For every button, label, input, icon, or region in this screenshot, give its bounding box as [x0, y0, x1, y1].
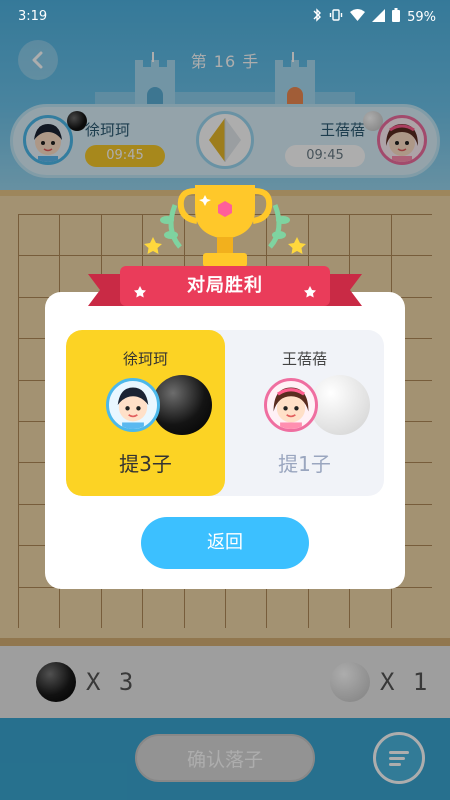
result-card: 徐珂珂 王蓓蓓 提3子 提1子 [66, 330, 384, 496]
status-time: 3:19 [18, 9, 48, 24]
battery-percent: 59% [407, 9, 436, 25]
result-right-captures: 提1子 [278, 452, 331, 476]
signal-icon [372, 8, 386, 26]
result-right-name: 王蓓蓓 [281, 350, 327, 368]
result-left-name: 徐珂珂 [122, 350, 168, 368]
status-bar: 3:19 59% [0, 0, 450, 34]
vibrate-icon [329, 8, 343, 26]
return-button[interactable]: 返回 [141, 517, 309, 569]
wifi-icon [350, 9, 366, 25]
result-left-avatar [106, 378, 160, 432]
result-title: 对局胜利 [187, 275, 263, 296]
trophy-icon [144, 185, 306, 267]
battery-icon [392, 8, 401, 26]
result-right-avatar [264, 378, 318, 432]
result-white-stone [310, 375, 370, 435]
result-dialog: 徐珂珂 王蓓蓓 提3子 提1子 返回 [45, 292, 405, 589]
bluetooth-icon [312, 8, 322, 26]
result-black-stone [152, 375, 212, 435]
status-icons: 59% [312, 8, 436, 26]
result-left-captures: 提3子 [119, 452, 172, 476]
